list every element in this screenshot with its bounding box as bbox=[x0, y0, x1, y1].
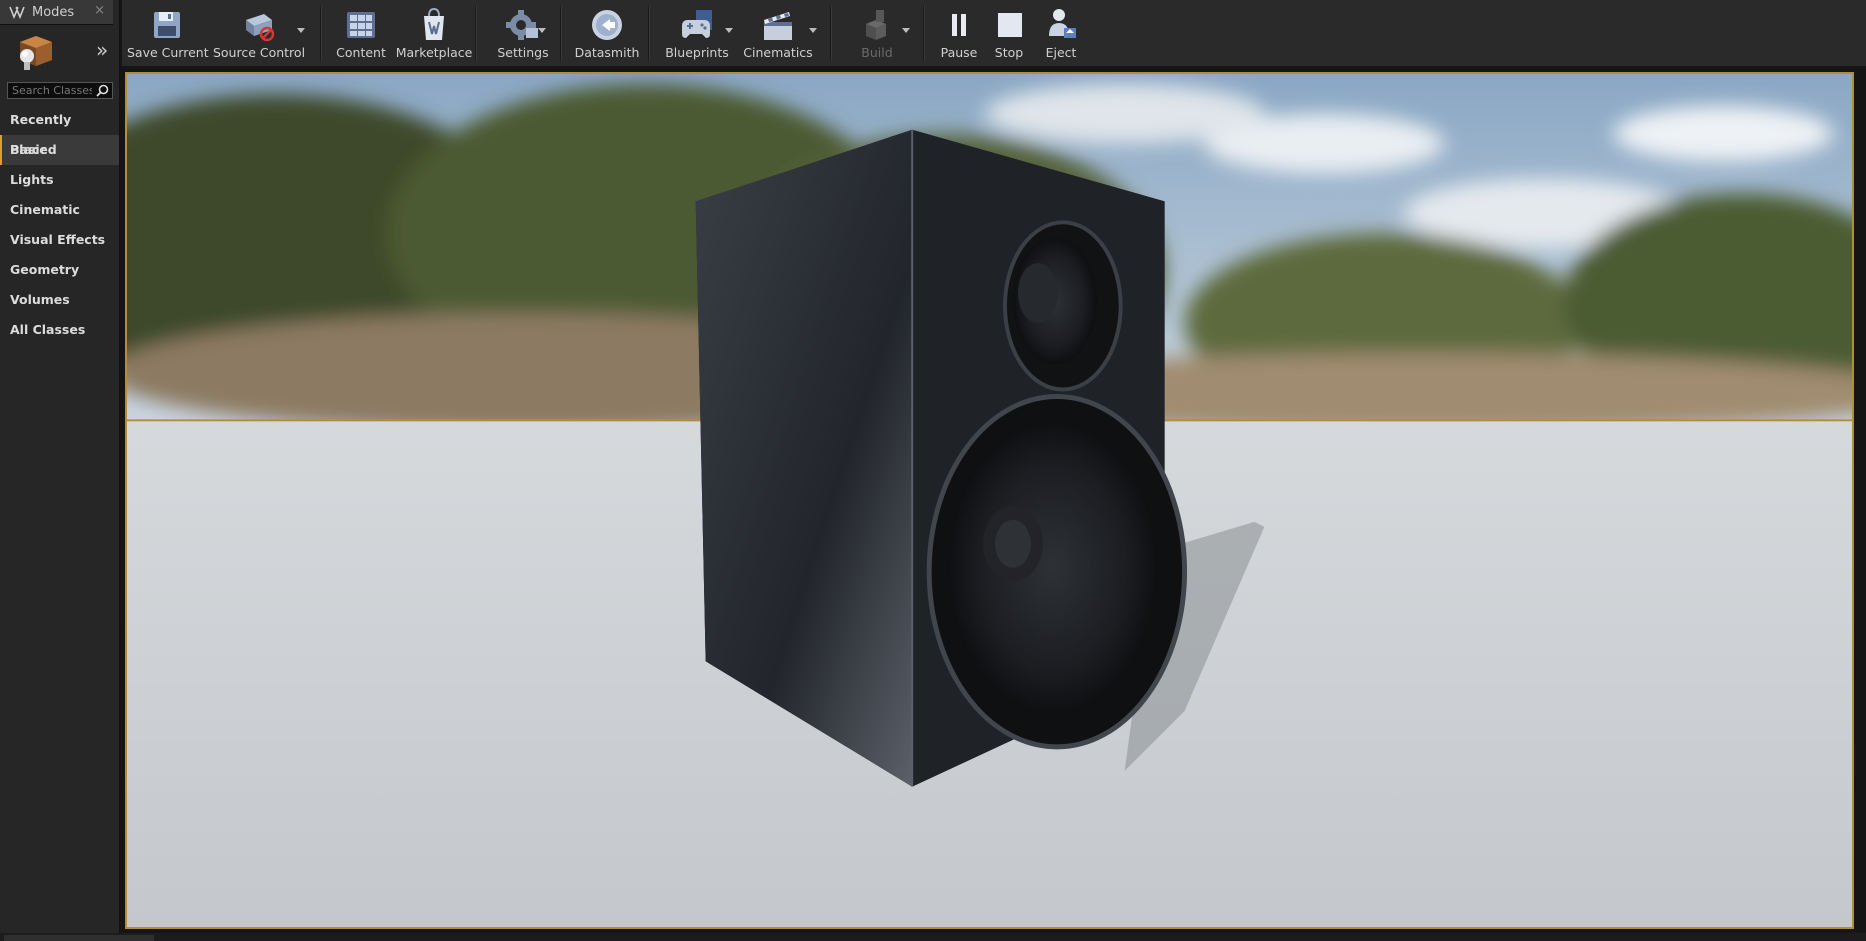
modes-panel: Modes × » Recently Placed Basic Lights C… bbox=[0, 0, 120, 941]
blueprints-label: Blueprints bbox=[665, 45, 729, 60]
category-lights[interactable]: Lights bbox=[0, 165, 119, 195]
bottom-panel-tab[interactable] bbox=[4, 935, 154, 941]
category-visual-effects[interactable]: Visual Effects bbox=[0, 225, 119, 255]
viewport-scene bbox=[127, 74, 1852, 927]
search-icon[interactable] bbox=[96, 84, 109, 97]
cinematics-button[interactable]: Cinematics bbox=[738, 0, 818, 66]
content-button[interactable]: Content bbox=[331, 0, 391, 66]
marketplace-button[interactable]: Marketplace bbox=[392, 0, 476, 66]
expand-icon[interactable]: » bbox=[96, 40, 108, 60]
build-icon bbox=[866, 10, 886, 40]
search-classes-field[interactable] bbox=[7, 82, 113, 99]
eject-button[interactable]: Eject bbox=[1033, 0, 1089, 66]
main-toolbar: Save Current Source Control Content Mark… bbox=[122, 0, 1866, 68]
blueprint-controller-icon bbox=[682, 10, 712, 38]
clapperboard-icon bbox=[764, 12, 792, 40]
toolbar-separator bbox=[923, 6, 925, 62]
modes-title: Modes bbox=[32, 5, 75, 20]
settings-button[interactable]: Settings bbox=[485, 0, 561, 66]
save-current-button[interactable]: Save Current bbox=[127, 0, 209, 66]
category-cinematic[interactable]: Cinematic bbox=[0, 195, 119, 225]
pause-label: Pause bbox=[940, 45, 978, 60]
build-dropdown-icon[interactable] bbox=[902, 28, 910, 33]
category-all-classes[interactable]: All Classes bbox=[0, 315, 119, 345]
content-browser-icon bbox=[347, 12, 375, 38]
bottom-panel-strip bbox=[0, 933, 1866, 941]
blueprints-dropdown-icon[interactable] bbox=[725, 28, 733, 33]
stop-icon bbox=[998, 13, 1022, 37]
level-viewport[interactable] bbox=[125, 72, 1854, 929]
settings-label: Settings bbox=[497, 45, 549, 60]
category-recently-placed[interactable]: Recently Placed bbox=[0, 105, 119, 157]
stop-button[interactable]: Stop bbox=[984, 0, 1034, 66]
toolbar-separator bbox=[320, 6, 322, 62]
toolbar-separator bbox=[648, 6, 650, 62]
source-control-label: Source Control bbox=[212, 45, 306, 60]
gear-icon bbox=[506, 10, 538, 40]
eject-icon bbox=[1049, 9, 1076, 38]
cinematics-label: Cinematics bbox=[743, 45, 813, 60]
toolbar-separator bbox=[475, 6, 477, 62]
cinematics-dropdown-icon[interactable] bbox=[809, 28, 817, 33]
toolbar-separator bbox=[560, 6, 562, 62]
search-input[interactable] bbox=[12, 83, 92, 98]
build-label: Build bbox=[861, 45, 893, 60]
build-button[interactable]: Build bbox=[840, 0, 914, 66]
modes-tab[interactable]: Modes × bbox=[0, 0, 113, 25]
content-label: Content bbox=[336, 45, 386, 60]
datasmith-button[interactable]: Datasmith bbox=[569, 0, 645, 66]
source-control-dropdown-icon[interactable] bbox=[297, 28, 305, 33]
category-list: Recently Placed Basic Lights Cinematic V… bbox=[0, 105, 119, 345]
source-control-icon bbox=[246, 14, 275, 42]
stop-label: Stop bbox=[994, 45, 1024, 60]
toolbar-separator bbox=[830, 6, 832, 62]
modes-icon bbox=[9, 6, 25, 19]
settings-dropdown-icon[interactable] bbox=[538, 28, 546, 33]
eject-label: Eject bbox=[1045, 45, 1077, 60]
category-basic[interactable]: Basic bbox=[0, 135, 119, 165]
marketplace-icon bbox=[424, 7, 444, 40]
save-current-label: Save Current bbox=[127, 45, 209, 60]
source-control-button[interactable]: Source Control bbox=[211, 0, 307, 66]
datasmith-icon bbox=[592, 10, 622, 40]
floppy-disk-icon bbox=[154, 12, 180, 38]
category-volumes[interactable]: Volumes bbox=[0, 285, 119, 315]
marketplace-label: Marketplace bbox=[395, 45, 473, 60]
blueprints-button[interactable]: Blueprints bbox=[657, 0, 737, 66]
close-icon[interactable]: × bbox=[94, 3, 105, 18]
datasmith-label: Datasmith bbox=[574, 45, 640, 60]
place-mode-icon[interactable] bbox=[14, 30, 58, 72]
pause-icon bbox=[952, 14, 966, 36]
category-geometry[interactable]: Geometry bbox=[0, 255, 119, 285]
pause-button[interactable]: Pause bbox=[931, 0, 987, 66]
